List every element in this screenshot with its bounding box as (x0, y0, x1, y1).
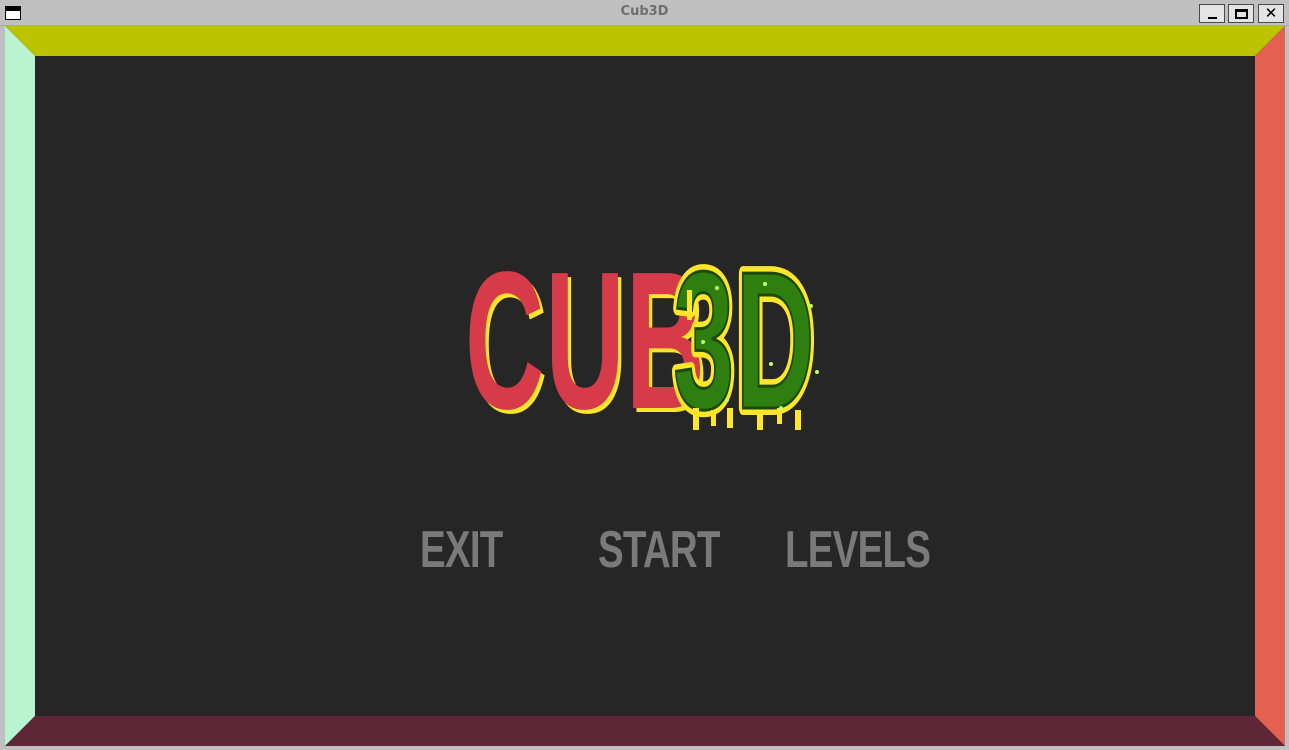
logo-3d-main: 3D (673, 240, 816, 430)
close-icon: ✕ (1264, 4, 1278, 22)
game-viewport[interactable]: CUB CUB 3D 3D EXIT START LEVELS (5, 26, 1285, 746)
title-bar[interactable]: Cub3D ✕ (0, 0, 1289, 26)
menu-exit-button[interactable]: EXIT (420, 522, 503, 578)
left-wall (5, 26, 35, 746)
menu-start-button[interactable]: START (598, 522, 720, 578)
menu-levels-button[interactable]: LEVELS (785, 522, 931, 578)
floor-wall (5, 716, 1285, 746)
right-wall (1255, 26, 1285, 746)
game-window: Cub3D ✕ CUB CUB 3D 3D EXIT START LEVELS (0, 0, 1289, 750)
minimize-icon (1207, 16, 1217, 19)
window-title: Cub3D (620, 4, 669, 19)
maximize-icon (1234, 8, 1248, 19)
cub3d-logo: CUB CUB 3D 3D (465, 240, 820, 430)
logo-cub-main: CUB (465, 240, 706, 430)
logo-3d-text: 3D 3D (668, 240, 820, 430)
close-button[interactable]: ✕ (1258, 4, 1284, 23)
minimize-button[interactable] (1199, 4, 1225, 23)
maximize-button[interactable] (1228, 4, 1254, 23)
ceiling-wall (5, 26, 1285, 56)
